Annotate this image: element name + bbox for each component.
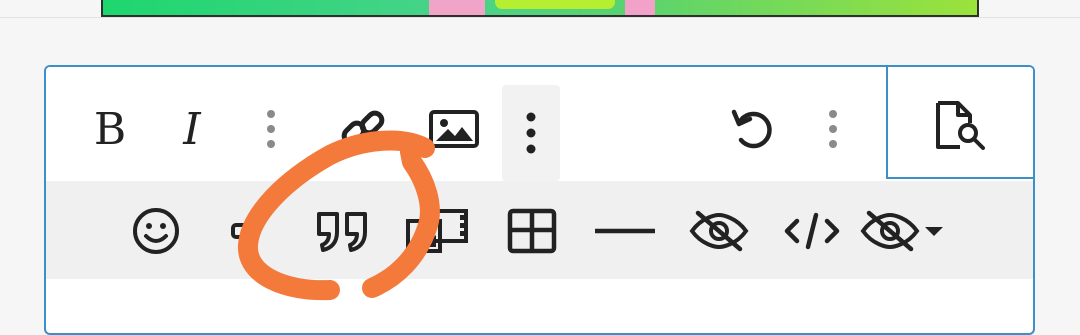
link-small-button[interactable] [222, 203, 272, 259]
bold-button[interactable]: B [82, 101, 138, 157]
more-options-button[interactable] [502, 85, 560, 181]
italic-icon: I [182, 107, 202, 151]
banner-photo-left [429, 0, 485, 15]
vertical-dots-icon [267, 110, 275, 148]
horizontal-line-icon [595, 228, 655, 234]
media-gallery-button[interactable] [402, 203, 472, 259]
svg-text:I: I [182, 107, 202, 151]
hide-content-dropdown[interactable] [858, 203, 948, 259]
quote-icon [317, 212, 367, 252]
table-icon [507, 208, 557, 254]
media-icon [406, 209, 468, 253]
image-icon [429, 110, 479, 148]
code-icon [784, 212, 840, 250]
preview-button[interactable] [930, 97, 990, 153]
quote-button[interactable] [308, 203, 378, 259]
table-button[interactable] [502, 203, 562, 259]
banner-cta-pill [495, 0, 615, 9]
separator-dots[interactable] [818, 105, 848, 153]
svg-text:B: B [94, 107, 126, 151]
top-banner-image [101, 0, 979, 17]
italic-button[interactable]: I [164, 101, 220, 157]
link-icon [341, 110, 385, 146]
vertical-dots-icon [526, 112, 536, 154]
link-button[interactable] [336, 101, 392, 157]
spoiler-button[interactable] [684, 203, 754, 259]
eye-off-caret-icon [860, 210, 943, 252]
link-icon [231, 223, 251, 239]
preview-toggle-area [886, 67, 1033, 179]
image-button[interactable] [426, 101, 482, 157]
eye-off-icon [689, 210, 749, 252]
code-button[interactable] [780, 203, 844, 259]
rich-text-editor: B I [44, 65, 1035, 335]
vertical-dots-icon [829, 110, 837, 148]
undo-button[interactable] [726, 101, 782, 157]
horizontal-rule-button[interactable] [590, 203, 660, 259]
primary-toolbar: B I [46, 67, 1033, 181]
undo-icon [731, 109, 772, 149]
bold-icon: B [94, 107, 126, 151]
separator-dots[interactable] [256, 105, 286, 153]
divider [0, 17, 1080, 18]
emoji-button[interactable] [126, 203, 186, 259]
file-search-icon [936, 101, 985, 150]
secondary-toolbar [46, 181, 1033, 279]
banner-photo-right [625, 0, 655, 15]
smiley-icon [133, 208, 179, 254]
